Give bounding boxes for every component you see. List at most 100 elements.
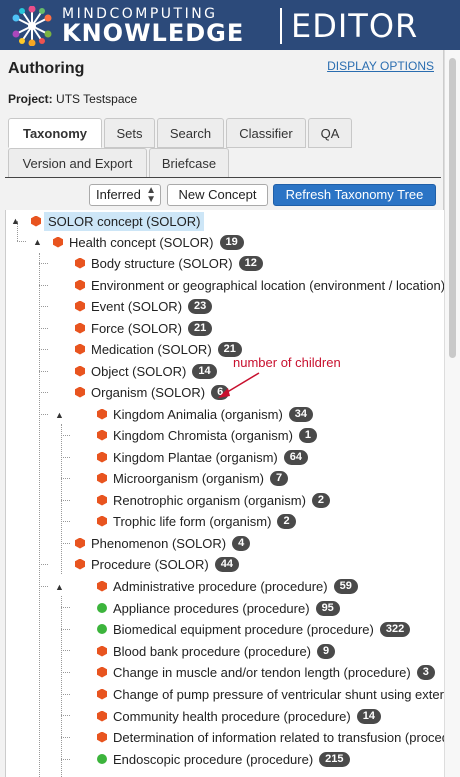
node-label: Object (SOLOR) xyxy=(91,363,187,379)
child-count-badge: 95 xyxy=(315,600,340,616)
concept-hexagon-icon xyxy=(97,494,107,506)
concept-circle-icon xyxy=(97,754,107,764)
tab-underline xyxy=(5,177,441,178)
brand-title: KNOWLEDGE xyxy=(62,19,245,47)
node-label: Force (SOLOR) xyxy=(91,320,183,336)
scrollbar-thumb[interactable] xyxy=(449,58,456,358)
tab-classifier[interactable]: Classifier xyxy=(226,118,306,148)
concept-hexagon-icon xyxy=(97,451,107,463)
child-count-badge: 34 xyxy=(288,406,314,422)
concept-hexagon-icon xyxy=(75,558,85,570)
child-count-badge: 322 xyxy=(379,621,411,637)
node-label: Community health procedure (procedure) xyxy=(113,708,351,724)
tree-node[interactable]: Renotrophic organism (organism) 2 xyxy=(97,490,331,510)
node-label: Biomedical equipment procedure (procedur… xyxy=(113,621,374,637)
tree-node[interactable]: Object (SOLOR) 14 xyxy=(75,361,217,381)
child-count-badge: 3 xyxy=(416,664,435,680)
concept-hexagon-icon xyxy=(31,215,41,227)
concept-hexagon-icon xyxy=(53,236,63,248)
node-label: Blood bank procedure (procedure) xyxy=(113,643,312,659)
concept-hexagon-icon xyxy=(75,300,85,312)
node-label: Body structure (SOLOR) xyxy=(91,255,233,271)
child-count-badge: 2 xyxy=(311,492,331,508)
vertical-scrollbar[interactable] xyxy=(444,50,460,777)
child-count-badge: 4 xyxy=(232,535,251,551)
tree-node[interactable]: Procedure (SOLOR) 44 xyxy=(75,554,240,574)
tree-node[interactable]: Blood bank procedure (procedure) 9 xyxy=(97,641,336,661)
child-count-badge: 64 xyxy=(283,449,308,465)
tree-node[interactable]: Microorganism (organism) 7 xyxy=(97,468,289,488)
concept-hexagon-icon xyxy=(97,515,107,527)
tree-node[interactable]: Kingdom Animalia (organism) 34 xyxy=(97,404,314,424)
node-label: Endoscopic procedure (procedure) xyxy=(113,751,314,767)
tab-version-export[interactable]: Version and Export xyxy=(8,148,147,178)
tree-node[interactable]: Kingdom Plantae (organism) 64 xyxy=(97,447,308,467)
tab-briefcase[interactable]: Briefcase xyxy=(149,148,229,178)
node-label: Determination of information related to … xyxy=(113,729,444,745)
tree-node[interactable]: Change of pump pressure of ventricular s… xyxy=(97,684,444,704)
collapse-toggle-icon[interactable]: ▲ xyxy=(55,582,64,592)
concept-hexagon-icon xyxy=(97,731,107,743)
tree-node[interactable]: Medication (SOLOR) 21 xyxy=(75,339,242,359)
concept-hexagon-icon xyxy=(97,429,107,441)
node-label: Kingdom Chromista (organism) xyxy=(113,427,293,443)
tab-taxonomy[interactable]: Taxonomy xyxy=(8,118,102,148)
annotation-label: number of children xyxy=(233,355,341,370)
tab-sets[interactable]: Sets xyxy=(104,118,155,148)
concept-hexagon-icon xyxy=(75,322,85,334)
app-header: MINDCOMPUTING KNOWLEDGE EDITOR xyxy=(0,0,460,50)
child-count-badge: 14 xyxy=(356,708,381,724)
tree-node[interactable]: Event (SOLOR) 23 xyxy=(75,296,213,316)
view-mode-select[interactable]: Inferred ▲ ▼ xyxy=(89,184,161,206)
project-name: UTS Testspace xyxy=(56,92,138,106)
taxonomy-tree: ▲ ▲ ▲ ▲ SOLOR concept (SOLOR) Health con… xyxy=(5,210,444,777)
collapse-toggle-icon[interactable]: ▲ xyxy=(55,410,64,420)
tab-search[interactable]: Search xyxy=(157,118,224,148)
concept-hexagon-icon xyxy=(97,710,107,722)
tree-node[interactable]: Community health procedure (procedure) 1… xyxy=(97,706,381,726)
refresh-taxonomy-button[interactable]: Refresh Taxonomy Tree xyxy=(273,184,436,206)
child-count-badge: 19 xyxy=(219,234,244,250)
tree-node[interactable]: SOLOR concept (SOLOR) xyxy=(31,211,205,231)
tree-node[interactable]: Phenomenon (SOLOR) 4 xyxy=(75,533,251,553)
tree-node[interactable]: Administrative procedure (procedure) 59 xyxy=(97,576,358,596)
child-count-badge: 59 xyxy=(333,578,358,594)
tree-node[interactable]: Body structure (SOLOR) 12 xyxy=(75,253,263,273)
brand-divider xyxy=(280,8,282,44)
node-label: Trophic life form (organism) xyxy=(113,513,272,529)
child-count-badge: 12 xyxy=(238,255,263,271)
collapse-toggle-icon[interactable]: ▲ xyxy=(33,237,42,247)
child-count-badge: 14 xyxy=(192,363,217,379)
tree-node[interactable]: Biomedical equipment procedure (procedur… xyxy=(97,619,411,639)
node-label: Phenomenon (SOLOR) xyxy=(91,535,227,551)
child-count-badge: 7 xyxy=(269,470,289,486)
tab-qa[interactable]: QA xyxy=(308,118,352,148)
tree-node[interactable]: Trophic life form (organism) 2 xyxy=(97,511,296,531)
child-count-badge: 1 xyxy=(298,427,318,443)
new-concept-button[interactable]: New Concept xyxy=(167,184,268,206)
panel-title: Authoring xyxy=(8,60,85,77)
tree-node[interactable]: Change in muscle and/or tendon length (p… xyxy=(97,662,435,682)
child-count-badge: 2 xyxy=(277,513,296,529)
node-label: Medication (SOLOR) xyxy=(91,341,212,357)
display-options-link[interactable]: DISPLAY OPTIONS xyxy=(327,59,434,73)
tree-node[interactable]: Determination of information related to … xyxy=(97,727,444,747)
node-label: Procedure (SOLOR) xyxy=(91,556,209,572)
tree-node[interactable]: Appliance procedures (procedure) 95 xyxy=(97,598,340,618)
tree-node[interactable]: Organism (SOLOR) 6 xyxy=(75,382,230,402)
node-label: Health concept (SOLOR) xyxy=(69,234,214,250)
concept-hexagon-icon xyxy=(75,537,85,549)
tree-node[interactable]: Endoscopic procedure (procedure) 215 xyxy=(97,749,350,769)
tree-node[interactable]: Health concept (SOLOR) 19 xyxy=(53,232,244,252)
authoring-panel: Authoring DISPLAY OPTIONS Project: UTS T… xyxy=(0,50,444,777)
node-label: Event (SOLOR) xyxy=(91,298,183,314)
concept-hexagon-icon xyxy=(97,472,107,484)
collapse-toggle-icon[interactable]: ▲ xyxy=(11,216,20,226)
node-label: Administrative procedure (procedure) xyxy=(113,578,328,594)
concept-circle-icon xyxy=(97,624,107,634)
tree-node[interactable]: Kingdom Chromista (organism) 1 xyxy=(97,425,318,445)
node-label: Change in muscle and/or tendon length (p… xyxy=(113,664,411,680)
concept-hexagon-icon xyxy=(97,408,107,420)
tree-node[interactable]: Force (SOLOR) 21 xyxy=(75,318,213,338)
tree-node[interactable]: Environment or geographical location (en… xyxy=(75,275,444,295)
